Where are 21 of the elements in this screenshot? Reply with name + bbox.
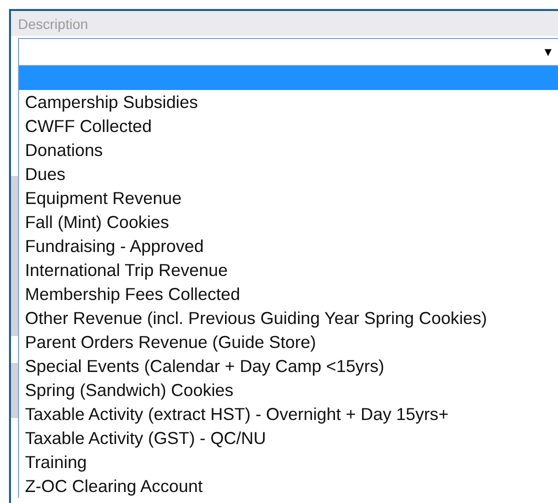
dropdown-option[interactable]: Fundraising - Approved (19, 234, 558, 258)
dropdown-option[interactable]: Membership Fees Collected (19, 282, 558, 306)
dropdown-option[interactable]: Donations (19, 138, 558, 162)
dropdown-option[interactable]: Taxable Activity (GST) - QC/NU (19, 426, 558, 450)
dropdown-option[interactable]: Special Events (Calendar + Day Camp <15yrs) (19, 354, 558, 378)
dropdown-option[interactable]: Dues (19, 162, 558, 186)
field-label: Description (18, 16, 88, 32)
dropdown-option[interactable]: CWFF Collected (19, 114, 558, 138)
dropdown-option[interactable]: Campership Subsidies (19, 90, 558, 114)
dropdown-option[interactable] (19, 66, 558, 90)
caret-icon: ▼ (542, 45, 554, 59)
dropdown-option[interactable]: Equipment Revenue (19, 186, 558, 210)
dropdown-option[interactable]: Taxable Activity (extract HST) - Overnight + Day 15yrs+ (19, 402, 558, 426)
dropdown-option[interactable]: Z-OC Clearing Account (19, 474, 558, 498)
dropdown-option[interactable]: Fall (Mint) Cookies (19, 210, 558, 234)
dropdown-option[interactable]: Other Revenue (incl. Previous Guiding Year Spring Cookies) (19, 306, 558, 330)
dropdown-option[interactable]: Parent Orders Revenue (Guide Store) (19, 330, 558, 354)
dropdown-option[interactable]: Spring (Sandwich) Cookies (19, 378, 558, 402)
dropdown-option[interactable]: Training (19, 450, 558, 474)
description-dropdown[interactable]: ▼ (18, 38, 558, 66)
dropdown-option[interactable]: International Trip Revenue (19, 258, 558, 282)
